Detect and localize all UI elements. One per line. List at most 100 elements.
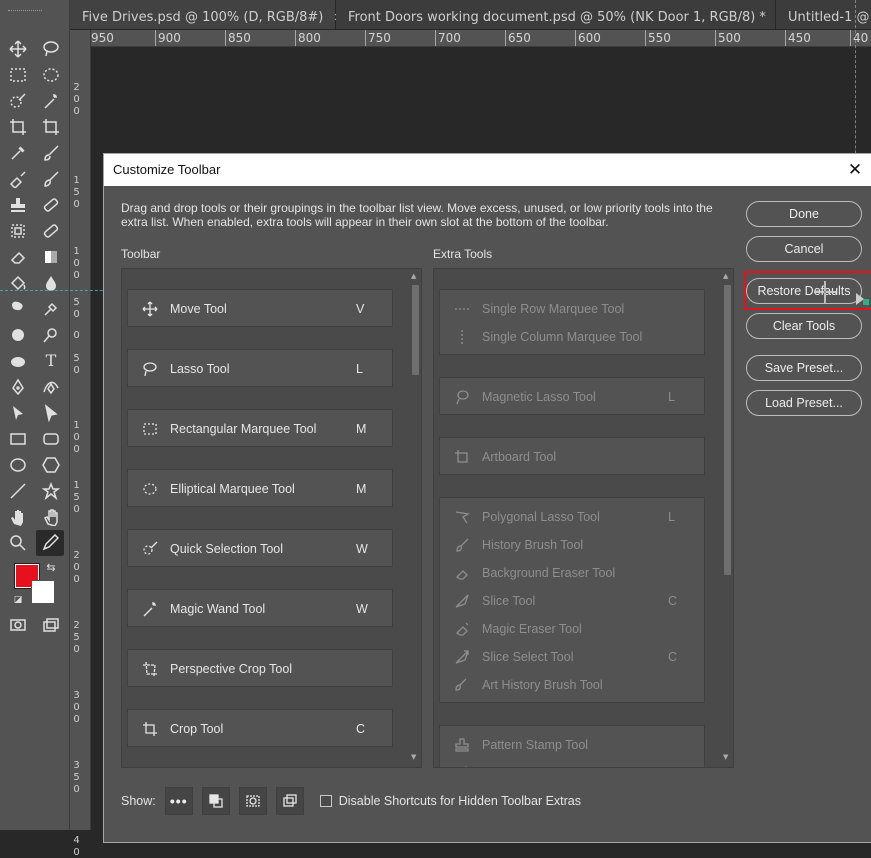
scroll-down-icon[interactable]: ▼: [411, 753, 416, 761]
extra-tool-row[interactable]: Artboard Tool: [440, 443, 704, 471]
toolbar-group[interactable]: Quick Selection Tool W: [127, 529, 393, 567]
extra-tool-row[interactable]: Slice Select Tool C: [440, 643, 704, 671]
smudge-icon[interactable]: [7, 298, 29, 320]
rounded-rectangle-icon[interactable]: [40, 428, 62, 450]
background-color-swatch[interactable]: [31, 580, 55, 604]
quick-mask-icon[interactable]: [7, 614, 29, 636]
tool-row[interactable]: Elliptical Marquee Tool M: [128, 475, 392, 503]
zoom-icon[interactable]: [7, 532, 29, 554]
bandage-icon[interactable]: [40, 194, 62, 216]
load-preset-button[interactable]: Load Preset...: [746, 390, 862, 416]
hand-icon[interactable]: [7, 506, 29, 528]
content-aware-icon[interactable]: [7, 220, 29, 242]
scroll-down-icon[interactable]: ▼: [723, 753, 728, 761]
tool-row[interactable]: Move Tool V: [128, 295, 392, 323]
artboard-icon[interactable]: [7, 116, 29, 138]
foreground-background-button[interactable]: [201, 787, 230, 815]
tool-row[interactable]: Rectangular Marquee Tool M: [128, 415, 392, 443]
gradient-icon[interactable]: [40, 246, 62, 268]
tab-front-doors[interactable]: Front Doors working document.psd @ 50% (…: [336, 0, 785, 29]
curvature-pen-icon[interactable]: [40, 376, 62, 398]
toolbar-list-scrollbar[interactable]: ▲ ▼: [410, 269, 421, 767]
pen-icon[interactable]: [7, 376, 29, 398]
pencil-icon[interactable]: [36, 530, 64, 556]
close-icon[interactable]: ✕: [845, 160, 865, 180]
extra-tool-row[interactable]: Single Row Marquee Tool: [440, 295, 704, 323]
history-brush-icon[interactable]: [40, 168, 62, 190]
tool-row[interactable]: Perspective Crop Tool: [128, 655, 392, 683]
swap-colors-icon[interactable]: ⇆: [44, 560, 58, 574]
toolbar-group[interactable]: Move Tool V: [127, 289, 393, 327]
default-colors-icon[interactable]: ◪: [12, 594, 24, 606]
line-icon[interactable]: [7, 480, 29, 502]
disable-shortcuts-checkbox[interactable]: [319, 795, 332, 807]
lasso-icon[interactable]: [40, 38, 62, 60]
toolbar-group[interactable]: Lasso Tool L: [127, 349, 393, 387]
screen-mode-button[interactable]: [275, 787, 304, 815]
scroll-up-icon[interactable]: ▲: [411, 272, 416, 280]
toolbar-group[interactable]: Perspective Crop Tool: [127, 649, 393, 687]
stamp-icon[interactable]: [7, 194, 29, 216]
extra-tool-row[interactable]: Slice Tool C: [440, 587, 704, 615]
toolbar-group[interactable]: Crop Tool C: [127, 709, 393, 747]
rect-marquee-icon[interactable]: [7, 64, 29, 86]
extra-list-scrollbar[interactable]: ▲ ▼: [722, 269, 733, 767]
extra-tool-row[interactable]: Magnetic Lasso Tool L: [440, 383, 704, 411]
extra-tool-row[interactable]: Art History Brush Tool: [440, 671, 704, 699]
extra-tools-group[interactable]: Pattern Stamp Tool Pencil Tool B: [439, 725, 705, 767]
type-icon[interactable]: T: [40, 350, 62, 372]
path-selection-icon[interactable]: [7, 402, 29, 424]
extra-tool-row[interactable]: Pencil Tool B: [440, 759, 704, 767]
move-icon[interactable]: [7, 38, 29, 60]
extra-tools-group[interactable]: Magnetic Lasso Tool L: [439, 377, 705, 415]
screen-mode-icon[interactable]: [40, 614, 62, 636]
save-preset-button[interactable]: Save Preset...: [746, 355, 862, 381]
extra-tool-row[interactable]: History Brush Tool: [440, 531, 704, 559]
extra-tools-group[interactable]: Polygonal Lasso Tool L History Brush Too…: [439, 497, 705, 703]
polygon-icon[interactable]: [40, 454, 62, 476]
scroll-up-icon[interactable]: ▲: [723, 272, 728, 280]
tab-five-drives[interactable]: Five Drives.psd @ 100% (D, RGB/8#)✕: [70, 0, 343, 29]
custom-shape-icon[interactable]: [40, 480, 62, 502]
ellipse-marquee-icon[interactable]: [40, 64, 62, 86]
tool-row[interactable]: Magic Wand Tool W: [128, 595, 392, 623]
extra-tools-button[interactable]: •••: [164, 787, 193, 815]
rotate-view-icon[interactable]: [40, 506, 62, 528]
toolbar-list[interactable]: Move Tool V Lasso Tool L Rectangular Mar…: [121, 268, 422, 768]
sponge2-icon[interactable]: [7, 350, 29, 372]
extra-tool-row[interactable]: Background Eraser Tool: [440, 559, 704, 587]
magic-wand-icon[interactable]: [40, 90, 62, 112]
crop-icon[interactable]: [40, 116, 62, 138]
extra-tools-group[interactable]: Artboard Tool: [439, 437, 705, 475]
toolbar-group[interactable]: Elliptical Marquee Tool M: [127, 469, 393, 507]
sponge-icon[interactable]: [40, 298, 62, 320]
eyedropper-icon[interactable]: [7, 142, 29, 164]
quick-selection-icon[interactable]: [7, 90, 29, 112]
tool-row[interactable]: Quick Selection Tool W: [128, 535, 392, 563]
quick-mask-button[interactable]: [238, 787, 267, 815]
eraser-icon[interactable]: [7, 246, 29, 268]
cancel-button[interactable]: Cancel: [746, 236, 862, 262]
toolbar-group[interactable]: Magic Wand Tool W: [127, 589, 393, 627]
extra-tools-list[interactable]: Single Row Marquee Tool Single Column Ma…: [433, 268, 734, 768]
dodge-icon[interactable]: [40, 324, 62, 346]
ellipse-icon[interactable]: [7, 454, 29, 476]
scrollbar-thumb[interactable]: [412, 285, 419, 375]
extra-tool-row[interactable]: Polygonal Lasso Tool L: [440, 503, 704, 531]
healing-brush-icon[interactable]: [7, 168, 29, 190]
scrollbar-thumb[interactable]: [724, 285, 731, 575]
panel-grip[interactable]: [8, 10, 42, 13]
rectangle-icon[interactable]: [7, 428, 29, 450]
tab-untitled[interactable]: Untitled-1 @: [776, 0, 871, 29]
clear-tools-button[interactable]: Clear Tools: [746, 313, 862, 339]
direct-selection-icon[interactable]: [40, 402, 62, 424]
toolbar-group[interactable]: Rectangular Marquee Tool M: [127, 409, 393, 447]
done-button[interactable]: Done: [746, 201, 862, 227]
tool-row[interactable]: Lasso Tool L: [128, 355, 392, 383]
extra-tool-row[interactable]: Single Column Marquee Tool: [440, 323, 704, 351]
patch-icon[interactable]: [40, 220, 62, 242]
brush-icon[interactable]: [40, 142, 62, 164]
extra-tool-row[interactable]: Magic Eraser Tool: [440, 615, 704, 643]
extra-tools-group[interactable]: Single Row Marquee Tool Single Column Ma…: [439, 289, 705, 355]
burn-icon[interactable]: [7, 324, 29, 346]
